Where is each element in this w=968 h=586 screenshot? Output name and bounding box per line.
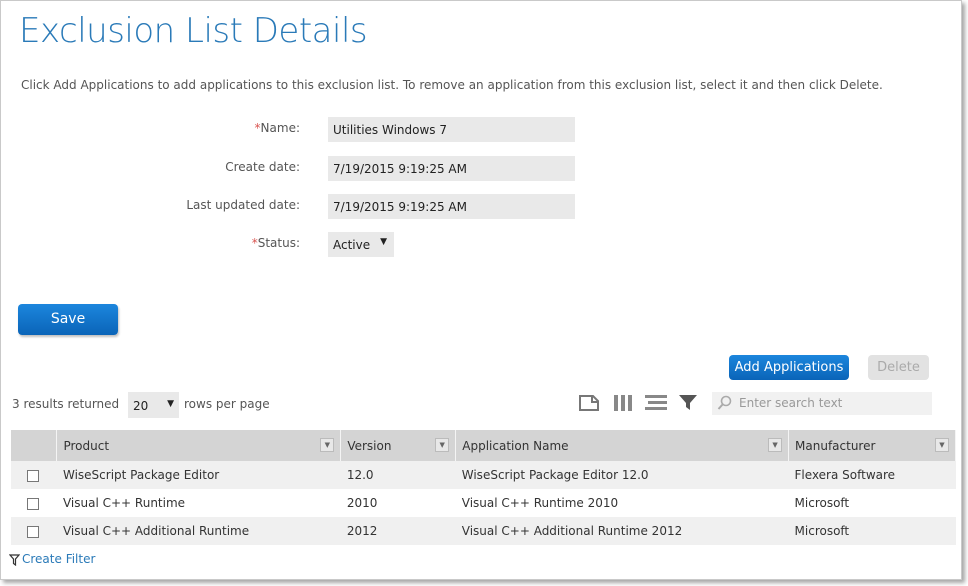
cell-version: 2010 [340, 489, 456, 517]
cell-product: Visual C++ Additional Runtime [56, 517, 341, 545]
create-date-field: 7/19/2015 9:19:25 AM [328, 156, 575, 181]
chevron-down-icon: ▼ [167, 399, 174, 409]
cell-product: Visual C++ Runtime [56, 489, 341, 517]
page-title: Exclusion List Details [19, 11, 368, 51]
updated-date-label: Last updated date: [186, 198, 300, 212]
add-applications-button[interactable]: Add Applications [729, 355, 849, 380]
status-row: *Status: Active ▼ [1, 232, 601, 258]
row-checkbox[interactable] [27, 469, 39, 482]
name-row: *Name: Utilities Windows 7 [1, 117, 601, 143]
updated-date-row: Last updated date: 7/19/2015 9:19:25 AM [1, 194, 601, 220]
chevron-down-icon: ▼ [380, 237, 387, 247]
status-select[interactable]: Active ▼ [328, 232, 394, 257]
results-count: 3 results returned [12, 397, 120, 411]
rows-per-page-label: rows per page [184, 397, 270, 411]
name-label-text: Name: [260, 121, 300, 135]
filter-icon [8, 553, 21, 566]
rows-per-page-value: 20 [133, 399, 149, 413]
search-input[interactable]: Enter search text [712, 392, 932, 415]
grouping-icon[interactable] [645, 394, 667, 412]
column-menu-icon[interactable]: ▼ [435, 438, 450, 452]
page-instructions: Click Add Applications to add applicatio… [21, 78, 883, 92]
create-date-row: Create date: 7/19/2015 9:19:25 AM [1, 156, 601, 182]
cell-application-name: WiseScript Package Editor 12.0 [455, 461, 789, 489]
cell-version: 2012 [340, 517, 456, 545]
cell-application-name: Visual C++ Runtime 2010 [455, 489, 789, 517]
export-icon[interactable] [578, 394, 600, 412]
cell-product: WiseScript Package Editor [56, 461, 341, 489]
search-placeholder: Enter search text [739, 396, 843, 410]
column-label: Product [63, 438, 110, 453]
table-row[interactable]: Visual C++ Runtime 2010 Visual C++ Runti… [11, 489, 956, 517]
status-label: *Status: [252, 236, 300, 250]
name-field[interactable]: Utilities Windows 7 [328, 117, 575, 142]
column-label: Manufacturer [795, 438, 876, 453]
applications-table: Product ▼ Version ▼ Application Name ▼ Manu… [11, 430, 956, 545]
column-menu-icon[interactable]: ▼ [320, 438, 335, 452]
search-icon [717, 395, 733, 411]
cell-manufacturer: Flexera Software [788, 461, 956, 489]
column-header-manufacturer[interactable]: Manufacturer ▼ [788, 430, 956, 461]
column-label: Version [347, 438, 392, 453]
column-header-application-name[interactable]: Application Name ▼ [455, 430, 790, 461]
create-filter-label: Create Filter [22, 552, 96, 566]
updated-date-field: 7/19/2015 9:19:25 AM [328, 194, 575, 219]
page-frame: Exclusion List Details Click Add Applica… [0, 0, 962, 580]
cell-application-name: Visual C++ Additional Runtime 2012 [455, 517, 789, 545]
row-checkbox-cell [11, 517, 57, 545]
delete-button[interactable]: Delete [868, 355, 929, 380]
column-menu-icon[interactable]: ▼ [768, 438, 783, 452]
status-value: Active [333, 238, 371, 252]
column-label: Application Name [462, 438, 569, 453]
row-checkbox[interactable] [27, 525, 39, 538]
column-menu-icon[interactable]: ▼ [935, 438, 949, 452]
select-all-column [11, 430, 58, 461]
rows-per-page-select[interactable]: 20 ▼ [128, 392, 179, 418]
column-header-product[interactable]: Product ▼ [56, 430, 342, 461]
save-button[interactable]: Save [18, 304, 118, 335]
filter-icon[interactable] [678, 394, 700, 412]
columns-icon[interactable] [612, 394, 634, 412]
row-checkbox-cell [11, 489, 57, 517]
status-label-text: Status: [257, 236, 300, 250]
column-header-version[interactable]: Version ▼ [340, 430, 457, 461]
table-row[interactable]: WiseScript Package Editor 12.0 WiseScrip… [11, 461, 956, 489]
cell-manufacturer: Microsoft [788, 489, 956, 517]
row-checkbox-cell [11, 461, 57, 489]
table-header-row: Product ▼ Version ▼ Application Name ▼ Manu… [11, 430, 956, 461]
table-row[interactable]: Visual C++ Additional Runtime 2012 Visua… [11, 517, 956, 545]
cell-version: 12.0 [340, 461, 456, 489]
name-label: *Name: [255, 121, 300, 135]
row-checkbox[interactable] [27, 497, 39, 510]
cell-manufacturer: Microsoft [788, 517, 956, 545]
create-filter-link[interactable]: Create Filter [8, 552, 96, 566]
create-date-label: Create date: [225, 160, 300, 174]
